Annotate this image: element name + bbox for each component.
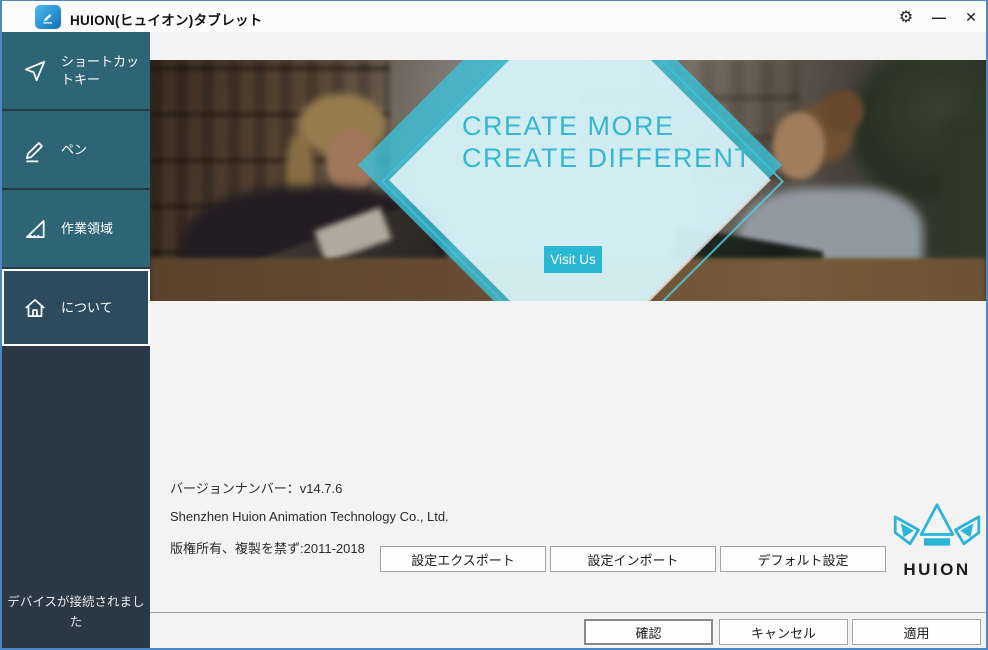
sidebar-item-about[interactable]: について [2, 269, 150, 346]
huion-crown-icon [893, 503, 981, 546]
app-window: HUION(ヒュイオン)タブレット ⚙ — ✕ ショートカットキー ペン 作業領… [0, 0, 988, 650]
minimize-button[interactable]: — [928, 7, 950, 27]
sidebar-item-work-area[interactable]: 作業領域 [2, 190, 150, 267]
version-number: バージョンナンバー：v14.7.6 [170, 481, 343, 496]
sidebar-item-label: について [61, 299, 113, 315]
default-settings-button[interactable]: デフォルト設定 [720, 546, 886, 572]
pen-icon [26, 141, 43, 162]
app-logo-icon [35, 5, 61, 29]
device-status: デバイスが接続されました [7, 595, 145, 629]
work-area-icon [26, 219, 45, 238]
hero-headline-line1: CREATE MORE [462, 111, 675, 141]
brand-name: HUION [903, 560, 971, 579]
sidebar-item-shortcut-keys[interactable]: ショートカットキー [2, 32, 150, 109]
sidebar: ショートカットキー ペン 作業領域 について デバイスが接続されました [2, 32, 150, 648]
copyright-notice: 版権所有、複製を禁ず:2011-2018 [170, 541, 365, 556]
huion-brand-logo: HUION [889, 502, 985, 580]
company-name: Shenzhen Huion Animation Technology Co.,… [170, 509, 449, 524]
export-settings-button[interactable]: 設定エクスポート [380, 546, 546, 572]
hero-banner: CREATE MORE CREATE DIFFERENT Visit Us [150, 60, 986, 301]
window-title: HUION(ヒュイオン)タブレット [70, 13, 263, 28]
import-settings-button[interactable]: 設定インポート [550, 546, 716, 572]
cursor-icon [24, 60, 46, 81]
hero-headline-line2: CREATE DIFFERENT [462, 143, 753, 173]
visit-us-button[interactable]: Visit Us [544, 246, 602, 273]
pen-glyph-icon [43, 14, 52, 24]
sidebar-item-label: 作業領域 [61, 220, 114, 236]
home-icon [25, 298, 45, 317]
title-bar: HUION(ヒュイオン)タブレット ⚙ — ✕ [2, 1, 986, 32]
close-button[interactable]: ✕ [960, 7, 982, 27]
sidebar-item-label: ペン [61, 141, 88, 157]
footer-divider [150, 612, 986, 613]
hero-headline: CREATE MORE CREATE DIFFERENT [462, 110, 753, 174]
apply-button[interactable]: 適用 [852, 619, 981, 645]
sidebar-item-pen[interactable]: ペン [2, 111, 150, 188]
sidebar-item-label: ショートカットキー [61, 53, 140, 87]
cancel-button[interactable]: キャンセル [719, 619, 848, 645]
settings-gear-icon[interactable]: ⚙ [895, 7, 917, 27]
confirm-button[interactable]: 確認 [584, 619, 713, 645]
